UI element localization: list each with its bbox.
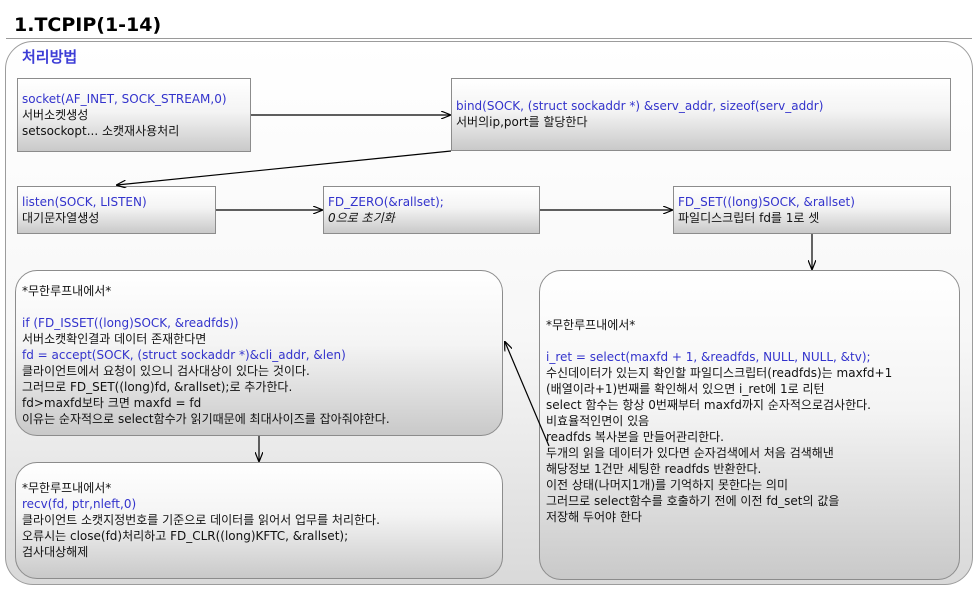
flow-connectors xyxy=(0,0,978,589)
arrow-bind-to-listen xyxy=(117,150,452,185)
arrow-select-to-accept xyxy=(505,342,550,447)
